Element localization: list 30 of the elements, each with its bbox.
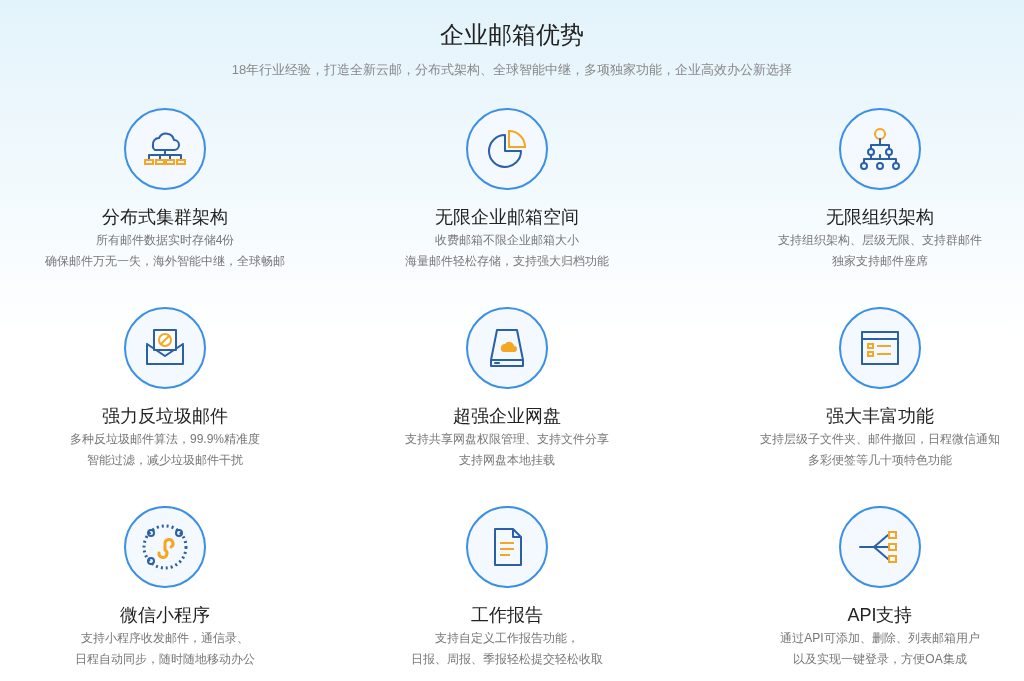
feature-description: 通过API可添加、删除、列表邮箱用户: [780, 629, 980, 647]
feature-description: 以及实现一键登录，方便OA集成: [793, 650, 967, 668]
feature-description: 智能过滤，减少垃圾邮件干扰: [87, 451, 243, 469]
feature-title: 工作报告: [471, 603, 543, 627]
feature-description: 海量邮件轻松存储，支持强大归档功能: [405, 252, 609, 270]
feature-description: 支持小程序收发邮件，通信录、: [81, 629, 249, 647]
feature-title: 超强企业网盘: [453, 404, 561, 428]
feature-description: 日程自动同步，随时随地移动办公: [75, 650, 255, 668]
feature-description: 多彩便签等几十项特色功能: [808, 451, 952, 469]
section-subtitle: 18年行业经验，打造全新云邮，分布式架构、全球智能中继，多项独家功能，企业高效办公新选择: [231, 61, 793, 79]
feature-description: 支持层级子文件夹、邮件撤回，日程微信通知: [760, 430, 1000, 448]
feature-title: 无限组织架构: [826, 205, 934, 229]
mini-program-code-icon: [141, 522, 189, 571]
feature-title: 强力反垃圾邮件: [102, 404, 228, 428]
feature-description: 收费邮箱不限企业邮箱大小: [435, 231, 579, 249]
feature-description: 所有邮件数据实时存储4份: [95, 231, 235, 249]
feature-title: 强大丰富功能: [826, 404, 934, 428]
feature-title: 无限企业邮箱空间: [435, 205, 579, 229]
feature-description: 独家支持邮件座席: [832, 252, 928, 270]
feature-description: 支持网盘本地挂载: [459, 451, 555, 469]
feature-description: 支持自定义工作报告功能，: [435, 629, 579, 647]
feature-title: 微信小程序: [120, 603, 210, 627]
feature-description: 确保邮件万无一失，海外智能中继，全球畅邮: [45, 252, 285, 270]
feature-title: 分布式集群架构: [102, 205, 228, 229]
feature-description: 支持组织架构、层级无限、支持群邮件: [778, 231, 982, 249]
feature-title: API支持: [847, 603, 913, 627]
feature-description: 日报、周报、季报轻松提交轻松收取: [411, 650, 603, 668]
feature-description: 多种反垃圾邮件算法，99.9%精准度: [70, 430, 260, 448]
section-title: 企业邮箱优势: [440, 20, 584, 50]
feature-description: 支持共享网盘权限管理、支持文件分享: [405, 430, 609, 448]
